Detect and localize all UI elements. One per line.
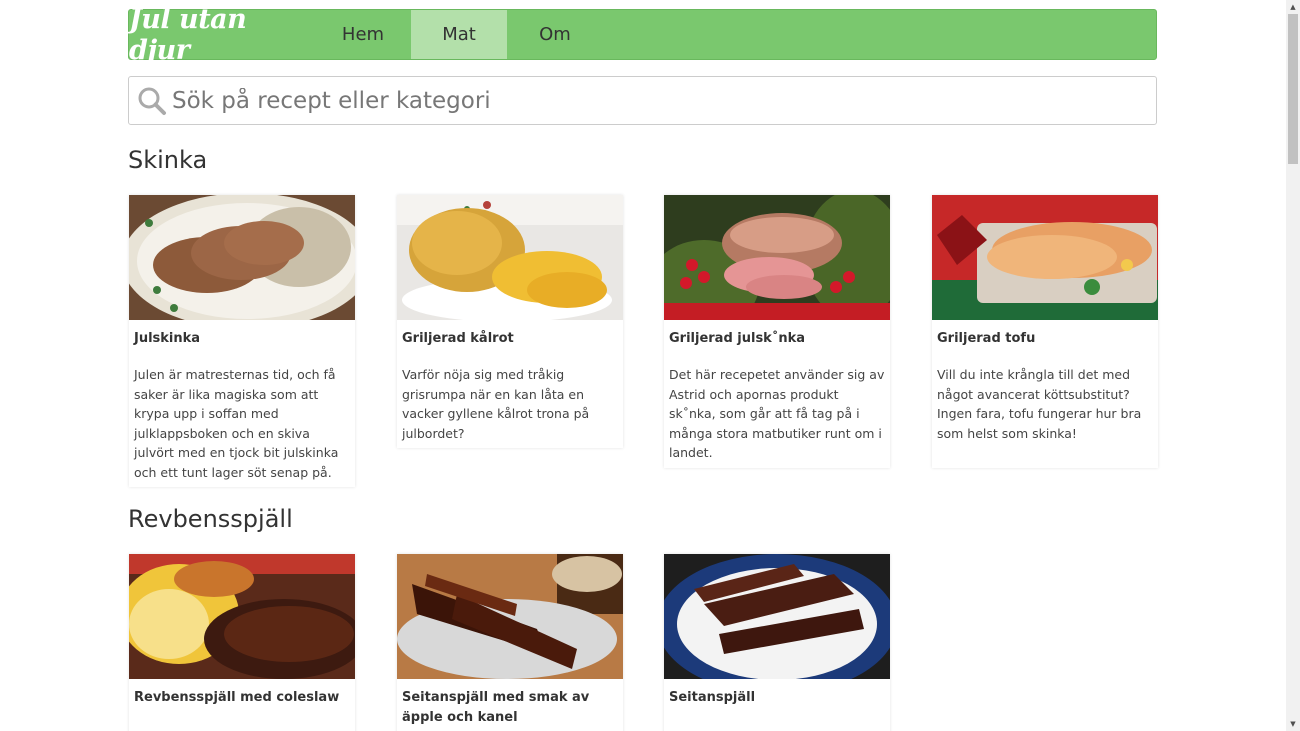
recipe-image-julskinka bbox=[129, 195, 355, 320]
recipe-description: Julen är matresternas tid, och få saker … bbox=[134, 367, 339, 480]
recipe-card-revbensspjall-med-coleslaw[interactable]: Revbensspjäll med coleslaw bbox=[129, 554, 355, 731]
scroll-thumb[interactable] bbox=[1288, 14, 1298, 164]
navbar: Jul utan djur Hem Mat Om bbox=[128, 4, 1157, 66]
recipe-title: Revbensspjäll med coleslaw bbox=[134, 690, 340, 705]
recipe-title: Julskinka bbox=[134, 331, 201, 346]
recipe-image-seitanspjall-apple-kanel bbox=[397, 554, 623, 679]
recipe-image-griljerad-julsknka bbox=[664, 195, 890, 320]
recipe-card-griljerad-kalrot[interactable]: Griljerad kålrot Varför nöja sig med trå… bbox=[397, 195, 623, 448]
brand-logo[interactable]: Jul utan djur bbox=[129, 4, 315, 66]
recipe-card-griljerad-julsknka[interactable]: Griljerad julsk˚nka Det här recepetet an… bbox=[664, 195, 890, 468]
recipe-title: Griljerad kålrot bbox=[402, 331, 514, 346]
scrollbar[interactable]: ▲ ▼ bbox=[1286, 0, 1300, 731]
nav-item-om[interactable]: Om bbox=[507, 10, 603, 59]
recipe-card-seitanspjall-apple-kanel[interactable]: Seitanspjäll med smak av äpple och kanel bbox=[397, 554, 623, 731]
section-title-revbensspjall: Revbensspjäll bbox=[128, 505, 293, 533]
recipe-title: Griljerad tofu bbox=[937, 331, 1036, 346]
search-icon bbox=[132, 81, 172, 121]
recipe-description: Vill du inte krångla till det med något … bbox=[937, 367, 1142, 441]
scroll-up-arrow-icon[interactable]: ▲ bbox=[1286, 0, 1300, 14]
nav-item-hem[interactable]: Hem bbox=[315, 10, 411, 59]
search-bar bbox=[128, 76, 1157, 125]
recipe-title: Griljerad julsk˚nka bbox=[669, 331, 806, 346]
recipe-image-seitanspjall bbox=[664, 554, 890, 679]
recipe-image-griljerad-kalrot bbox=[397, 195, 623, 320]
recipe-image-revbensspjall-med-coleslaw bbox=[129, 554, 355, 679]
recipe-card-julskinka[interactable]: Julskinka Julen är matresternas tid, och… bbox=[129, 195, 355, 487]
recipe-image-griljerad-tofu bbox=[932, 195, 1158, 320]
recipe-title: Seitanspjäll med smak av äpple och kanel bbox=[402, 690, 590, 725]
recipe-title: Seitanspjäll bbox=[669, 690, 756, 705]
scroll-down-arrow-icon[interactable]: ▼ bbox=[1286, 717, 1300, 731]
recipe-description: Varför nöja sig med tråkig grisrumpa när… bbox=[402, 367, 590, 441]
search-input[interactable] bbox=[172, 79, 1156, 122]
page: Jul utan djur Hem Mat Om Skinka Ju bbox=[0, 0, 1300, 731]
recipe-card-seitanspjall[interactable]: Seitanspjäll bbox=[664, 554, 890, 731]
section-title-skinka: Skinka bbox=[128, 146, 208, 174]
recipe-description: Det här recepetet använder sig av Astrid… bbox=[669, 367, 885, 460]
nav-item-mat[interactable]: Mat bbox=[411, 10, 507, 59]
recipe-card-griljerad-tofu[interactable]: Griljerad tofu Vill du inte krångla till… bbox=[932, 195, 1158, 468]
